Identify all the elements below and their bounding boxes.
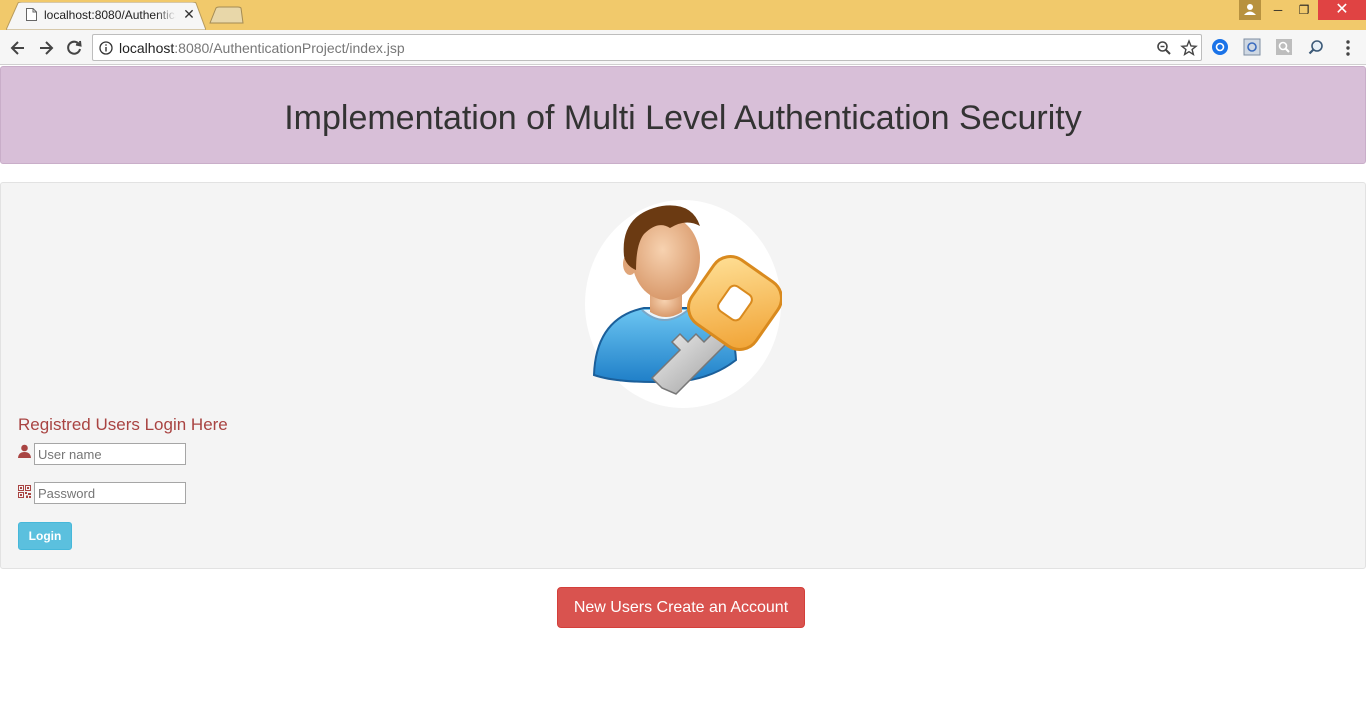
tab-title: localhost:8080/AuthenticationProject/ind…	[44, 8, 176, 24]
extension-search-icon[interactable]	[1275, 38, 1293, 56]
back-arrow-icon[interactable]	[8, 38, 28, 58]
forward-arrow-icon[interactable]	[36, 38, 56, 58]
login-button[interactable]: Login	[18, 522, 72, 550]
username-input[interactable]	[34, 443, 186, 465]
zoom-icon[interactable]	[1156, 40, 1172, 56]
url-path: :8080/AuthenticationProject/index.jsp	[174, 40, 405, 56]
tab-close-icon[interactable]: ✕	[182, 7, 196, 21]
url-text[interactable]: localhost:8080/AuthenticationProject/ind…	[119, 40, 405, 56]
site-info-icon[interactable]	[99, 41, 113, 55]
url-host: localhost	[119, 40, 175, 56]
page-favicon-icon	[26, 8, 37, 21]
page-title: Implementation of Multi Level Authentica…	[284, 99, 1082, 137]
user-icon	[18, 444, 31, 458]
browser-titlebar: localhost:8080/AuthenticationProject/ind…	[0, 0, 1366, 30]
login-heading: Registred Users Login Here	[18, 415, 228, 434]
person-icon	[1244, 4, 1256, 15]
window-close-button[interactable]: ✕	[1318, 0, 1366, 20]
browser-toolbar: localhost:8080/AuthenticationProject/ind…	[0, 30, 1366, 65]
new-tab-button[interactable]	[208, 6, 244, 24]
extension-magnifier-icon[interactable]	[1307, 38, 1325, 56]
reload-icon[interactable]	[64, 38, 84, 58]
bookmark-star-icon[interactable]	[1180, 39, 1198, 57]
browser-menu-icon[interactable]	[1340, 38, 1356, 58]
window-minimize-button[interactable]: ─	[1265, 0, 1291, 20]
qrcode-icon	[18, 485, 31, 498]
extension-blue-icon[interactable]	[1211, 38, 1229, 56]
password-input[interactable]	[34, 482, 186, 504]
user-with-key-icon	[585, 200, 782, 408]
profile-button[interactable]	[1239, 0, 1261, 20]
create-account-button[interactable]: New Users Create an Account	[557, 587, 805, 628]
address-bar[interactable]: localhost:8080/AuthenticationProject/ind…	[92, 34, 1202, 61]
window-restore-button[interactable]: ❐	[1291, 0, 1317, 20]
extension-grey-box-icon[interactable]	[1243, 38, 1261, 56]
